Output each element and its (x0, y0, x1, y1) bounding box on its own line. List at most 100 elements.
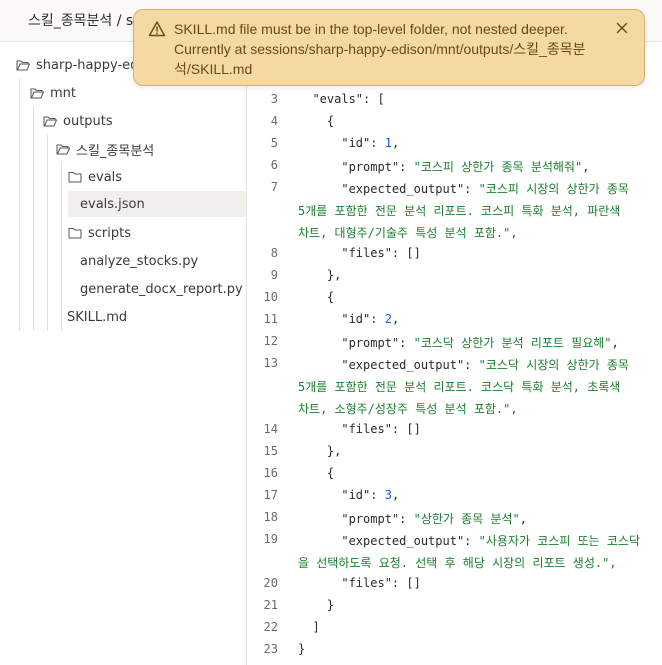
line-number: 23 (263, 642, 278, 656)
code-line: "files": [] (298, 422, 421, 436)
line-number: 14 (263, 422, 278, 436)
code-line: } (298, 598, 335, 612)
line-number: 5 (270, 136, 278, 150)
code-line-wrap: 차트, 대형주/기술주 특성 분석 포함.", (298, 226, 518, 240)
code-line: "files": [] (298, 246, 421, 260)
code-key: "prompt": (298, 160, 414, 174)
tree-file-evals-json[interactable]: evals.json (68, 191, 246, 217)
tree-folder-outputs[interactable]: outputs (43, 108, 113, 134)
line-number: 16 (263, 466, 278, 480)
code-key: "id": (298, 312, 385, 326)
tree-label-skill-md: SKILL.md (67, 309, 128, 325)
line-number: 4 (270, 114, 278, 128)
code-line: { (298, 466, 335, 480)
code-key: "id": (298, 488, 385, 502)
line-number: 17 (263, 488, 278, 502)
code-key: "prompt": (298, 512, 414, 526)
tree-label-scripts: scripts (88, 225, 131, 241)
line-number: 8 (270, 246, 278, 260)
code-string: "코스피 시장의 상한가 종목 (478, 182, 629, 196)
code-line-wrap: 5개를 포함한 전문 분석 리포트. 코스닥 특화 분석, 초록색 (298, 380, 621, 394)
tree-folder-root[interactable]: sharp-happy-edis (16, 52, 149, 78)
folder-open-icon (56, 144, 70, 155)
code-line: "id": 2, (298, 312, 400, 326)
code-line: } (298, 642, 306, 656)
tree-file-generate[interactable]: generate_docx_report.py (80, 276, 243, 302)
line-number: 21 (263, 598, 278, 612)
tree-file-analyze[interactable]: analyze_stocks.py (80, 248, 198, 274)
code-line: "prompt": "코스피 상한가 종목 분석해줘", (298, 160, 590, 174)
close-icon[interactable] (614, 20, 630, 36)
folder-open-icon (30, 88, 44, 99)
code-line: "id": 3, (298, 488, 400, 502)
line-number: 13 (263, 356, 278, 370)
indent-guide (33, 106, 34, 331)
line-number: 6 (270, 158, 278, 172)
tree-label-evals: evals (88, 169, 123, 185)
tree-label-evals-json: evals.json (80, 196, 145, 212)
line-number: 7 (270, 180, 278, 194)
folder-icon (68, 228, 82, 239)
code-string: "상한가 종목 분석" (413, 512, 520, 526)
line-number: 9 (270, 268, 278, 282)
tree-label-outputs: outputs (63, 113, 113, 129)
toast-message: SKILL.md file must be in the top-level f… (174, 21, 586, 77)
indent-guide (47, 134, 48, 331)
code-line: "files": [] (298, 576, 421, 590)
code-string: "코스피 상한가 종목 분석해줘" (413, 160, 583, 174)
tree-folder-evals[interactable]: evals (68, 164, 122, 190)
tree-folder-scripts[interactable]: scripts (68, 220, 131, 246)
tree-label-generate: generate_docx_report.py (80, 281, 243, 297)
line-number: 11 (263, 312, 278, 326)
tree-label-analyze: analyze_stocks.py (80, 253, 199, 269)
code-line-wrap: 차트, 소형주/성장주 특성 분석 포함.", (298, 402, 518, 416)
tree-label-mnt: mnt (50, 85, 76, 101)
line-number: 10 (263, 290, 278, 304)
code-line: "evals": [ (298, 92, 385, 106)
code-key: "id": (298, 136, 385, 150)
code-line: "expected_output": "코스피 시장의 상한가 종목 (298, 180, 629, 197)
file-tree-sidebar: sharp-happy-edis mnt outputs 스킬_종목분석 eva… (0, 43, 247, 665)
code-viewer[interactable]: 3 "evals": [ 4 { 5 "id": 1, 6 "prompt": … (248, 43, 662, 665)
code-number: 2 (384, 312, 392, 326)
indent-guide (61, 162, 62, 331)
code-line: "prompt": "코스닥 상한가 분석 리포트 필요해", (298, 336, 619, 350)
code-line: "prompt": "상한가 종목 분석", (298, 512, 528, 526)
line-number: 3 (270, 92, 278, 106)
warning-toast: SKILL.md file must be in the top-level f… (133, 9, 645, 86)
code-line: "id": 1, (298, 136, 400, 150)
code-number: 3 (384, 488, 392, 502)
line-number: 19 (263, 532, 278, 546)
folder-open-icon (43, 116, 57, 127)
tree-folder-skill[interactable]: 스킬_종목분석 (56, 136, 154, 162)
code-key: "expected_output": (298, 358, 479, 372)
warning-icon (148, 21, 166, 37)
tree-file-skill-md[interactable]: SKILL.md (67, 304, 127, 330)
line-number: 20 (263, 576, 278, 590)
code-line: { (298, 114, 335, 128)
tree-folder-mnt[interactable]: mnt (30, 80, 76, 106)
line-number: 18 (263, 510, 278, 524)
code-key: "expected_output": (298, 182, 479, 196)
folder-icon (68, 172, 82, 183)
code-key: "expected_output": (298, 534, 479, 548)
tree-label-skill: 스킬_종목분석 (76, 143, 155, 159)
line-number: 12 (263, 334, 278, 348)
code-string: "코스닥 상한가 분석 리포트 필요해" (413, 336, 612, 350)
code-line: ] (298, 620, 320, 634)
line-number: 22 (263, 620, 278, 634)
code-line-wrap: 5개를 포함한 전문 분석 리포트. 코스피 특화 분석, 파란색 (298, 204, 621, 218)
code-line: "expected_output": "사용자가 코스피 또는 코스닥 (298, 532, 640, 549)
code-line: }, (298, 444, 342, 458)
folder-open-icon (16, 60, 30, 71)
code-line: { (298, 290, 335, 304)
code-line: "expected_output": "코스닥 시장의 상한가 종목 (298, 356, 629, 373)
code-line-wrap: 을 선택하도록 요청. 선택 후 해당 시장의 리포트 생성.", (298, 556, 617, 570)
tree-label-root: sharp-happy-edis (36, 57, 149, 73)
code-string: "코스닥 시장의 상한가 종목 (478, 358, 629, 372)
code-string: "사용자가 코스피 또는 코스닥 (478, 534, 641, 548)
indent-guide (19, 78, 20, 331)
code-number: 1 (384, 136, 392, 150)
breadcrumb-title: 스킬_종목분석 / s (28, 13, 134, 29)
code-key: "prompt": (298, 336, 414, 350)
